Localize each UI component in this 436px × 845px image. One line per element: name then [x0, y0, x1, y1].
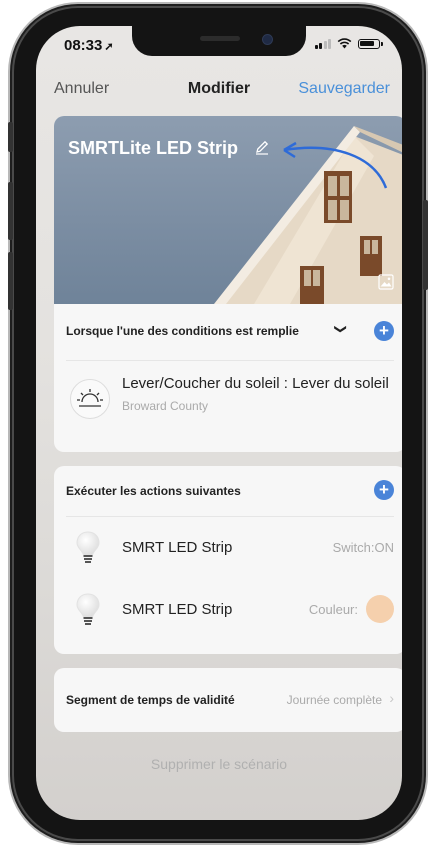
- scene-card: SMRTLite LED Strip Lorsque l'une des con…: [54, 116, 402, 452]
- image-icon[interactable]: [378, 274, 394, 290]
- validity-card: Segment de temps de validité Journée com…: [54, 668, 402, 732]
- condition-title: Lever/Coucher du soleil : Lever du solei…: [122, 375, 389, 392]
- action-value: Switch:ON: [332, 540, 394, 555]
- cancel-button[interactable]: Annuler: [54, 80, 109, 98]
- volume-down-button: [8, 252, 13, 310]
- status-icons: [314, 38, 383, 49]
- actions-header: Exécuter les actions suivantes +: [66, 466, 394, 517]
- conditions-label: Lorsque l'une des conditions est remplie: [66, 324, 299, 338]
- pencil-icon[interactable]: [254, 139, 270, 155]
- mute-switch: [8, 122, 13, 152]
- location-arrow-icon: ➚: [104, 41, 114, 53]
- action-device-name: SMRT LED Strip: [122, 601, 233, 618]
- battery-icon: [358, 38, 383, 49]
- action-item-switch[interactable]: SMRT LED Strip Switch:ON: [66, 517, 394, 579]
- bulb-icon: [76, 593, 100, 625]
- nav-bar: Annuler Modifier Sauvegarder: [36, 80, 402, 106]
- delete-scene-button[interactable]: Supprimer le scénario: [36, 756, 402, 772]
- scene-name[interactable]: SMRTLite LED Strip: [68, 138, 238, 159]
- action-device-name: SMRT LED Strip: [122, 539, 233, 556]
- power-button: [423, 200, 428, 290]
- sunrise-icon: [70, 379, 110, 419]
- bulb-icon: [76, 531, 100, 563]
- speaker: [200, 36, 240, 41]
- chevron-right-icon: ›: [389, 690, 394, 706]
- scene-cover-image[interactable]: SMRTLite LED Strip: [54, 116, 402, 304]
- condition-subtitle: Broward County: [122, 399, 209, 413]
- color-swatch[interactable]: [366, 595, 394, 623]
- notch: [132, 26, 306, 56]
- action-value: Couleur:: [308, 602, 358, 617]
- actions-card: Exécuter les actions suivantes + SMRT LE…: [54, 466, 402, 654]
- status-time-text: 08:33: [64, 37, 103, 54]
- validity-label: Segment de temps de validité: [66, 693, 235, 707]
- action-item-color[interactable]: SMRT LED Strip Couleur:: [66, 579, 394, 641]
- add-action-button[interactable]: +: [374, 480, 394, 500]
- add-condition-button[interactable]: +: [374, 321, 394, 341]
- chevron-down-icon[interactable]: ❯: [334, 324, 348, 334]
- save-button[interactable]: Sauvegarder: [298, 80, 390, 98]
- condition-item[interactable]: Lever/Coucher du soleil : Lever du solei…: [66, 361, 394, 433]
- signal-icon: [314, 38, 331, 49]
- wifi-icon: [337, 38, 352, 49]
- validity-value: Journée complète: [286, 693, 382, 707]
- front-camera: [262, 34, 273, 45]
- actions-label: Exécuter les actions suivantes: [66, 484, 241, 498]
- status-time: 08:33 ➚: [64, 37, 114, 54]
- volume-up-button: [8, 182, 13, 240]
- conditions-header: Lorsque l'une des conditions est remplie…: [66, 304, 394, 361]
- phone-screen: 08:33 ➚ Annuler Modifier Sauvegarder SMR…: [36, 26, 402, 820]
- validity-row[interactable]: Segment de temps de validité Journée com…: [66, 668, 394, 732]
